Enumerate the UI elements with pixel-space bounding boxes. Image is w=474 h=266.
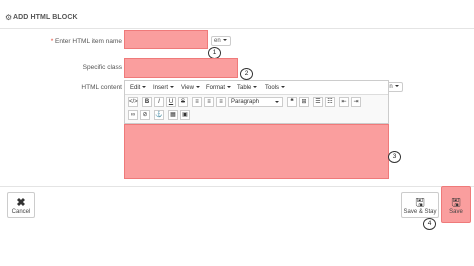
align-center-icon[interactable]: ≡ <box>204 97 214 107</box>
footer-divider <box>0 186 474 187</box>
indent-icon[interactable]: ⇥ <box>351 97 361 107</box>
outdent-icon[interactable]: ⇤ <box>339 97 349 107</box>
menu-format[interactable]: Format <box>206 85 232 91</box>
annotation-badge-3: 3 <box>388 151 401 163</box>
link-icon[interactable]: ∞ <box>128 110 138 120</box>
chevron-down-icon <box>222 39 227 42</box>
panel-title: ADD HTML BLOCK <box>13 14 78 21</box>
underline-icon[interactable]: U <box>166 97 176 107</box>
panel-header: ⚙ ADD HTML BLOCK <box>0 0 474 29</box>
bold-icon[interactable]: B <box>142 97 152 107</box>
align-left-icon[interactable]: ≡ <box>192 97 202 107</box>
html-content-textarea[interactable] <box>124 124 389 179</box>
item-name-lang-select[interactable]: en <box>211 36 231 46</box>
bullet-list-icon[interactable]: ☰ <box>313 97 323 107</box>
chevron-down-icon <box>275 101 279 103</box>
menu-insert[interactable]: Insert <box>153 85 175 91</box>
editor-menubar: Edit Insert View Format Table Tools <box>125 81 388 95</box>
menu-edit[interactable]: Edit <box>130 85 147 91</box>
unlink-icon[interactable]: ⊘ <box>140 110 150 120</box>
menu-tools[interactable]: Tools <box>265 85 286 91</box>
chevron-down-icon <box>394 85 399 88</box>
gears-icon: ⚙ <box>5 13 13 22</box>
source-code-icon[interactable]: </> <box>128 97 138 107</box>
clear-format-icon[interactable]: ⊞ <box>299 97 309 107</box>
image-icon[interactable]: ▣ <box>180 110 190 120</box>
html-content-editor[interactable]: Edit Insert View Format Table Tools </> … <box>124 80 389 124</box>
annotation-badge-2: 2 <box>240 68 253 80</box>
floppy-disk-icon: 🖫 <box>451 197 461 209</box>
item-name-label: * Enter HTML item name <box>50 38 122 45</box>
annotation-badge-4: 4 <box>423 218 436 230</box>
numbered-list-icon[interactable]: ☷ <box>325 97 335 107</box>
add-html-block-panel: ⚙ ADD HTML BLOCK * Enter HTML item name … <box>0 0 474 223</box>
menu-table[interactable]: Table <box>237 85 258 91</box>
align-right-icon[interactable]: ≡ <box>216 97 226 107</box>
cancel-button[interactable]: ✖ Cancel <box>7 192 35 218</box>
menu-view[interactable]: View <box>181 85 200 91</box>
item-name-input[interactable] <box>124 30 208 49</box>
save-button[interactable]: 🖫 Save <box>441 186 471 223</box>
close-icon: ✖ <box>16 197 26 209</box>
blockquote-icon[interactable]: ❝ <box>287 97 297 107</box>
save-and-stay-button[interactable]: 🖫 Save & Stay <box>401 192 439 218</box>
italic-icon[interactable]: I <box>154 97 164 107</box>
media-icon[interactable]: ▦ <box>168 110 178 120</box>
specific-class-label: Specific class <box>82 64 122 71</box>
floppy-disk-icon: 🖫 <box>415 197 425 209</box>
format-select[interactable]: Paragraph <box>228 97 283 107</box>
html-content-label: HTML content <box>81 84 122 91</box>
anchor-icon[interactable]: ⚓ <box>154 110 164 120</box>
strikethrough-icon[interactable]: S <box>178 97 188 107</box>
specific-class-input[interactable] <box>124 58 238 78</box>
